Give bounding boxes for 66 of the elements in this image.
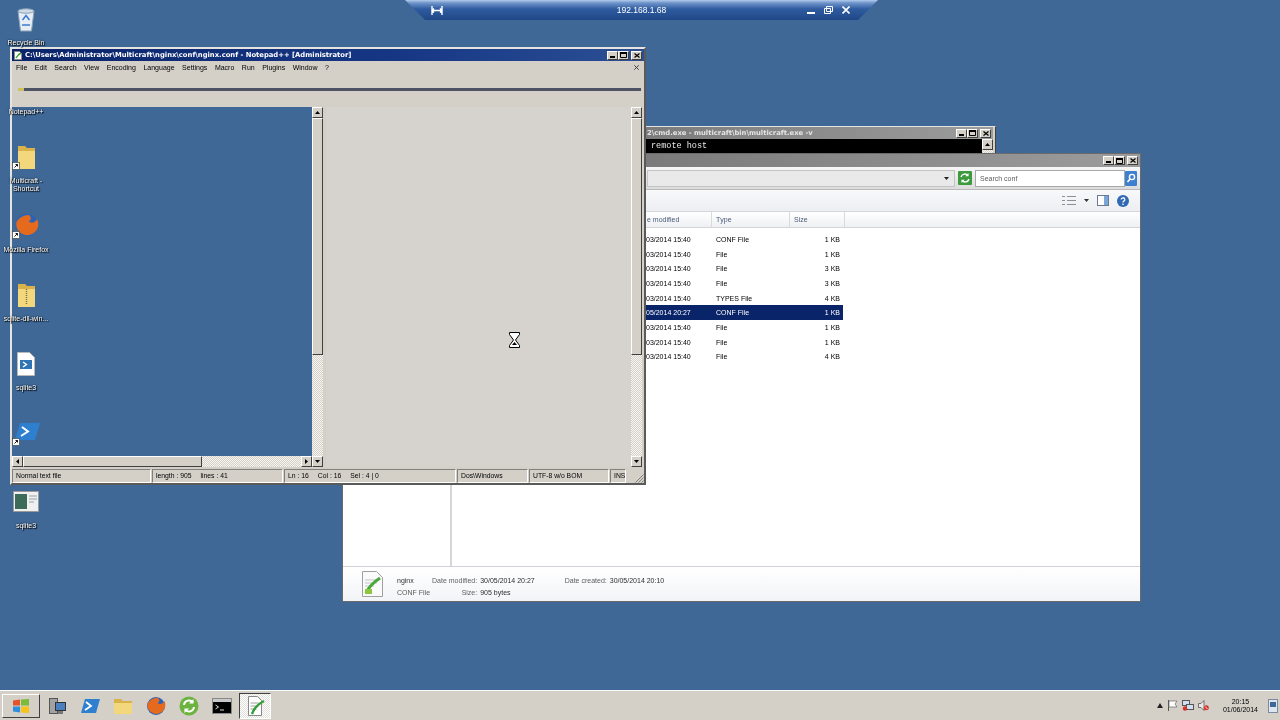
minimize-icon	[959, 133, 964, 136]
globe-icon	[146, 695, 166, 716]
maximize-icon	[969, 130, 976, 136]
view-list-icon[interactable]	[1062, 196, 1076, 205]
document-icon	[362, 571, 383, 597]
close-icon	[633, 52, 640, 58]
scroll-up-button[interactable]	[982, 139, 993, 150]
close-button[interactable]	[1127, 156, 1138, 165]
address-field[interactable]	[647, 169, 955, 187]
scroll-down-button[interactable]	[631, 456, 642, 467]
close-button[interactable]	[980, 128, 991, 138]
scrollbar-thumb[interactable]	[312, 118, 323, 355]
show-desktop-icon[interactable]	[1268, 698, 1278, 713]
search-icon[interactable]	[1125, 170, 1137, 186]
caret-right-icon	[305, 459, 308, 464]
close-button[interactable]	[631, 50, 642, 60]
scrollbar-thumb[interactable]	[23, 456, 202, 467]
console-line: remote host	[651, 142, 709, 151]
restore-icon[interactable]	[824, 6, 833, 14]
minimize-icon	[610, 55, 615, 58]
maximize-icon	[620, 52, 627, 58]
taskbar-button[interactable]	[239, 692, 271, 719]
flag-icon[interactable]	[1166, 700, 1178, 711]
refresh-icon[interactable]	[958, 171, 972, 185]
caret-down-icon	[634, 460, 639, 463]
network-icon[interactable]	[1181, 700, 1194, 711]
document-icon	[14, 50, 22, 60]
scroll-left-button[interactable]	[12, 456, 23, 467]
resize-grip-icon[interactable]	[634, 473, 644, 483]
scrollbar-thumb[interactable]	[631, 118, 642, 355]
preview-pane-icon[interactable]	[1097, 195, 1109, 206]
start-button[interactable]	[2, 693, 40, 718]
caret-down-icon[interactable]	[1084, 199, 1089, 202]
caret-up-icon[interactable]	[1156, 703, 1163, 708]
pin-icon[interactable]	[431, 5, 443, 15]
sync-icon	[179, 695, 199, 716]
close-icon	[982, 130, 989, 136]
close-icon	[1129, 158, 1136, 163]
caret-up-icon	[985, 143, 990, 146]
maximize-icon	[1116, 157, 1123, 164]
globe-icon[interactable]	[12, 212, 40, 240]
scroll-up-button[interactable]	[312, 107, 323, 118]
start-icon	[13, 698, 29, 713]
scroll-up-button[interactable]	[631, 107, 642, 118]
speaker-muted-icon[interactable]	[1197, 700, 1209, 711]
caret-down-icon	[315, 460, 320, 463]
document-icon	[245, 695, 265, 716]
computer-icon	[47, 695, 67, 716]
close-icon[interactable]	[634, 64, 639, 70]
scroll-down-button[interactable]	[312, 456, 323, 467]
caret-up-icon	[315, 111, 320, 114]
connection-title: 192.168.1.68	[616, 5, 667, 15]
scroll-right-button[interactable]	[301, 456, 312, 467]
caret-down-icon[interactable]	[944, 176, 949, 180]
caret-up-icon	[634, 111, 639, 114]
caret-left-icon	[16, 459, 19, 464]
console-icon	[212, 695, 232, 716]
maximize-button[interactable]	[618, 50, 629, 60]
minimize-button[interactable]	[607, 50, 618, 60]
minimize-button[interactable]	[1103, 156, 1114, 165]
maximize-button[interactable]	[967, 128, 978, 138]
maximize-button[interactable]	[1114, 156, 1125, 165]
help-icon[interactable]	[1117, 194, 1129, 207]
minimize-icon	[1106, 161, 1111, 163]
minimize-button[interactable]	[956, 128, 967, 138]
hourglass-icon	[509, 332, 520, 348]
